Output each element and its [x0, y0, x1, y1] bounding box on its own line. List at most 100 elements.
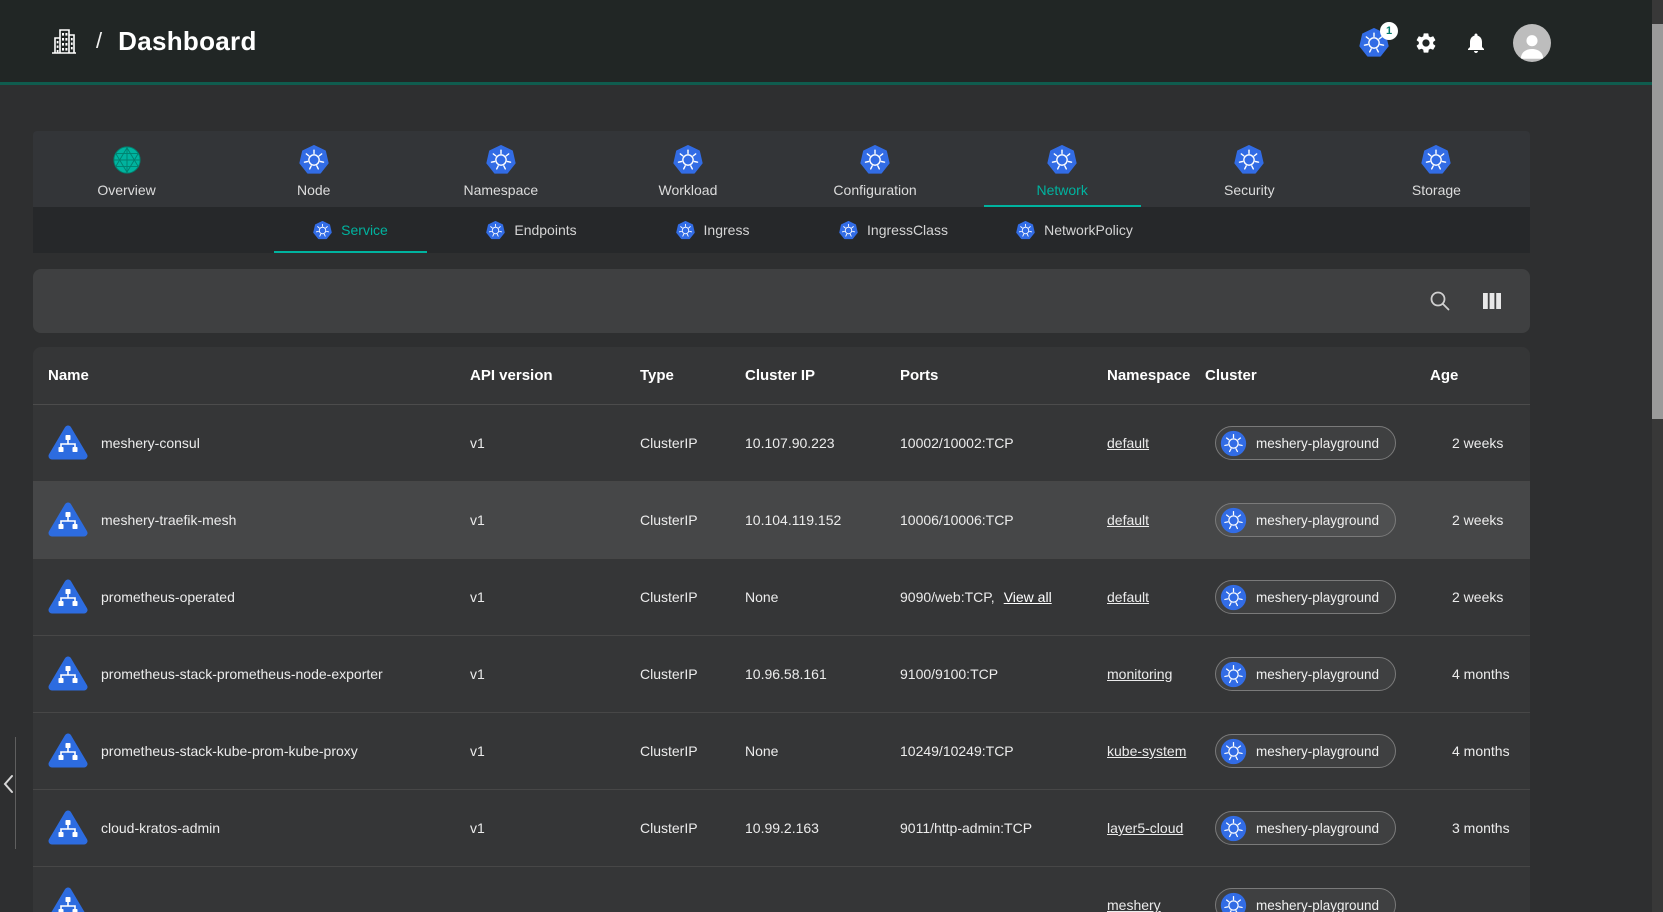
scrollbar-thumb[interactable]	[1652, 24, 1663, 419]
tab-namespace[interactable]: Namespace	[407, 131, 594, 207]
table-row[interactable]: meshery-consul v1 ClusterIP 10.107.90.22…	[33, 405, 1530, 482]
namespace-link[interactable]: monitoring	[1107, 666, 1172, 682]
namespace-cell: default	[1095, 589, 1205, 605]
kubernetes-icon	[839, 221, 858, 240]
person-icon	[1515, 29, 1549, 62]
service-name: prometheus-stack-kube-prom-kube-proxy	[101, 743, 358, 759]
table-row[interactable]: prometheus-stack-kube-prom-kube-proxy v1…	[33, 713, 1530, 790]
cluster-name: meshery-playground	[1256, 436, 1379, 451]
organization-icon[interactable]	[48, 25, 80, 57]
breadcrumb: / Dashboard	[48, 25, 257, 57]
column-header-name[interactable]: Name	[48, 367, 470, 384]
column-header-age[interactable]: Age	[1430, 367, 1515, 384]
kubernetes-icon	[673, 145, 703, 175]
subtab-networkpolicy[interactable]: NetworkPolicy	[984, 207, 1165, 253]
tab-security[interactable]: Security	[1156, 131, 1343, 207]
namespace-link[interactable]: default	[1107, 512, 1149, 528]
namespace-link[interactable]: default	[1107, 435, 1149, 451]
column-header-api-version[interactable]: API version	[470, 367, 640, 384]
cluster-ip: 10.104.119.152	[745, 512, 900, 528]
notifications-button[interactable]	[1463, 30, 1489, 56]
namespace-link[interactable]: meshery	[1107, 897, 1161, 912]
age-value: 4 months	[1430, 666, 1515, 682]
chevron-left-icon[interactable]	[1, 774, 15, 794]
tab-label: Security	[1224, 182, 1275, 198]
namespace-link[interactable]: layer5-cloud	[1107, 820, 1183, 836]
tab-workload[interactable]: Workload	[594, 131, 781, 207]
table-header-row: Name API version Type Cluster IP Ports N…	[33, 347, 1530, 405]
tab-network[interactable]: Network	[969, 131, 1156, 207]
cluster-name: meshery-playground	[1256, 821, 1379, 836]
services-table: Name API version Type Cluster IP Ports N…	[33, 347, 1530, 912]
kubernetes-icon	[1220, 661, 1247, 688]
search-icon[interactable]	[1428, 289, 1452, 313]
namespace-link[interactable]: default	[1107, 589, 1149, 605]
ports-value: 9090/web:TCP,	[900, 589, 995, 605]
dashboard-content: Overview Node Namespace Workload Configu…	[33, 131, 1530, 912]
table-body: meshery-consul v1 ClusterIP 10.107.90.22…	[33, 405, 1530, 912]
table-row[interactable]: prometheus-stack-prometheus-node-exporte…	[33, 636, 1530, 713]
kubernetes-icon	[1220, 430, 1247, 457]
cluster-cell: meshery-playground	[1205, 426, 1430, 460]
tab-overview[interactable]: Overview	[33, 131, 220, 207]
subtab-service[interactable]: Service	[260, 207, 441, 253]
resource-tabs: Overview Node Namespace Workload Configu…	[33, 131, 1530, 207]
age-value: 2 weeks	[1430, 512, 1515, 528]
bell-icon	[1464, 31, 1488, 55]
cluster-chip[interactable]: meshery-playground	[1215, 426, 1396, 460]
kubernetes-icon	[486, 221, 505, 240]
kubernetes-icon	[1016, 221, 1035, 240]
kubernetes-icon	[1234, 145, 1264, 175]
cluster-chip[interactable]: meshery-playground	[1215, 657, 1396, 691]
cluster-chip[interactable]: meshery-playground	[1215, 888, 1396, 912]
view-all-link[interactable]: View all	[1004, 589, 1052, 605]
column-header-cluster[interactable]: Cluster	[1205, 367, 1430, 384]
service-type: ClusterIP	[640, 743, 745, 759]
view-column-icon[interactable]	[1480, 289, 1504, 313]
column-header-type[interactable]: Type	[640, 367, 745, 384]
ports-cell: 9100/9100:TCP	[900, 666, 1095, 682]
cluster-chip[interactable]: meshery-playground	[1215, 580, 1396, 614]
table-row[interactable]: prometheus-operated v1 ClusterIP None 90…	[33, 559, 1530, 636]
tab-configuration[interactable]: Configuration	[782, 131, 969, 207]
api-version: v1	[470, 743, 640, 759]
service-icon	[48, 808, 88, 848]
api-version: v1	[470, 820, 640, 836]
cluster-chip[interactable]: meshery-playground	[1215, 734, 1396, 768]
kubernetes-context-button[interactable]: 1	[1359, 28, 1389, 58]
tab-label: Configuration	[833, 182, 916, 198]
table-row[interactable]: cloud-kratos-admin v1 ClusterIP 10.99.2.…	[33, 790, 1530, 867]
table-row[interactable]: meshery-traefik-mesh v1 ClusterIP 10.104…	[33, 482, 1530, 559]
column-header-cluster-ip[interactable]: Cluster IP	[745, 367, 900, 384]
age-value: 2 weeks	[1430, 589, 1515, 605]
settings-button[interactable]	[1413, 30, 1439, 56]
subtab-label: Ingress	[704, 222, 750, 238]
app-bar: / Dashboard 1	[0, 0, 1663, 85]
cluster-chip[interactable]: meshery-playground	[1215, 503, 1396, 537]
namespace-cell: kube-system	[1095, 743, 1205, 759]
table-row[interactable]: meshery meshery-playground	[33, 867, 1530, 912]
kubernetes-icon	[1220, 738, 1247, 765]
kubernetes-icon	[1220, 815, 1247, 842]
page-title: Dashboard	[118, 26, 257, 57]
cluster-cell: meshery-playground	[1205, 811, 1430, 845]
namespace-link[interactable]: kube-system	[1107, 743, 1186, 759]
user-avatar[interactable]	[1513, 24, 1551, 62]
kubernetes-icon	[299, 145, 329, 175]
kubernetes-icon	[313, 221, 332, 240]
tab-node[interactable]: Node	[220, 131, 407, 207]
kubernetes-icon	[1421, 145, 1451, 175]
column-header-ports[interactable]: Ports	[900, 367, 1095, 384]
ports-value: 10006/10006:TCP	[900, 512, 1014, 528]
service-type: ClusterIP	[640, 589, 745, 605]
age-value: 4 months	[1430, 743, 1515, 759]
page-scrollbar	[1652, 0, 1663, 912]
ports-cell: 10006/10006:TCP	[900, 512, 1095, 528]
tab-storage[interactable]: Storage	[1343, 131, 1530, 207]
column-header-namespace[interactable]: Namespace	[1095, 367, 1205, 384]
subtab-ingress[interactable]: Ingress	[622, 207, 803, 253]
cluster-chip[interactable]: meshery-playground	[1215, 811, 1396, 845]
subtab-endpoints[interactable]: Endpoints	[441, 207, 622, 253]
service-type: ClusterIP	[640, 435, 745, 451]
subtab-ingressclass[interactable]: IngressClass	[803, 207, 984, 253]
